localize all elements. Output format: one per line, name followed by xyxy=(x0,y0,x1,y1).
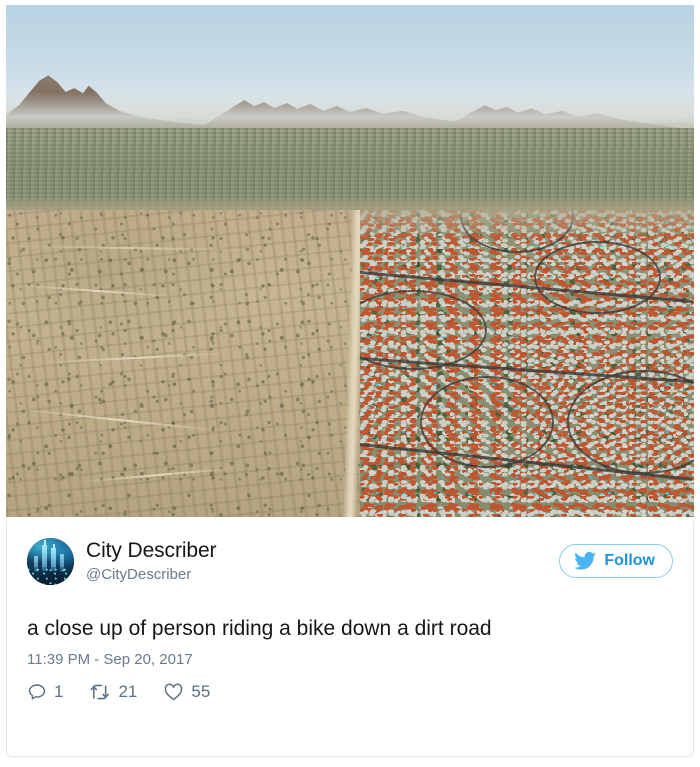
aerial-desert-suburb-photo xyxy=(6,5,694,517)
tweet-timestamp[interactable]: 11:39 PM - Sep 20, 2017 xyxy=(7,642,693,668)
atmospheric-haze xyxy=(6,92,694,133)
retweet-count: 21 xyxy=(118,682,138,702)
like-count: 55 xyxy=(191,682,211,702)
twitter-bird-icon xyxy=(574,552,597,570)
tweet-actions: 1 21 55 xyxy=(7,668,693,702)
author-block: City Describer @CityDescriber xyxy=(86,538,217,583)
tweet-photo[interactable] xyxy=(6,5,694,517)
display-name[interactable]: City Describer xyxy=(86,539,217,563)
suburban-development-region xyxy=(360,209,694,517)
retweet-icon xyxy=(89,682,111,702)
follow-button-label: Follow xyxy=(604,552,655,569)
follow-button[interactable]: Follow xyxy=(559,544,673,578)
tweet-header: City Describer @CityDescriber Follow xyxy=(7,521,693,585)
avatar[interactable] xyxy=(27,538,74,585)
desert-region xyxy=(6,209,361,517)
avatar-city-lights xyxy=(27,567,74,585)
reply-count: 1 xyxy=(54,682,64,702)
tweet-text: a close up of person riding a bike down … xyxy=(27,617,492,640)
retweet-action[interactable]: 21 xyxy=(89,682,137,702)
tweet-screenshot: City Describer @CityDescriber Follow a c… xyxy=(0,0,700,767)
reply-action[interactable]: 1 xyxy=(27,682,63,702)
like-icon xyxy=(163,682,184,702)
handle[interactable]: @CityDescriber xyxy=(86,566,216,583)
suburb-haze-fade xyxy=(360,209,694,241)
reply-icon xyxy=(27,682,47,702)
curved-street xyxy=(533,240,661,315)
tweet-card: City Describer @CityDescriber Follow a c… xyxy=(6,521,694,757)
like-action[interactable]: 55 xyxy=(163,682,210,702)
